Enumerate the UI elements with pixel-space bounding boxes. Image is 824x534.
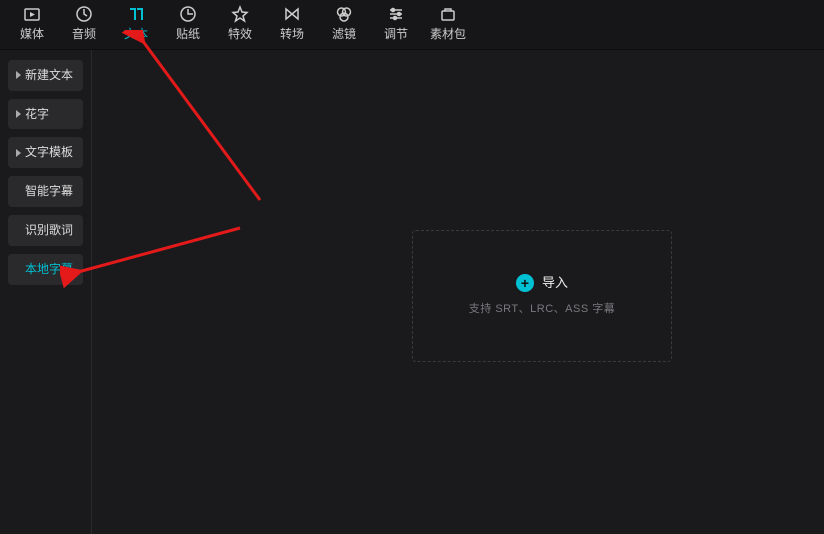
tab-sticker[interactable]: 贴纸 — [162, 2, 214, 43]
sidebar-item-local-subtitle[interactable]: 本地字幕 — [8, 254, 83, 285]
tab-label: 素材包 — [422, 26, 474, 43]
tab-label: 音频 — [58, 26, 110, 43]
sidebar-item-text-template[interactable]: 文字模板 — [8, 137, 83, 168]
import-dropzone[interactable]: + 导入 支持 SRT、LRC、ASS 字幕 — [412, 230, 672, 362]
assets-icon — [422, 4, 474, 24]
media-icon — [6, 4, 58, 24]
sidebar-item-label: 新建文本 — [25, 67, 73, 84]
adjust-icon — [370, 4, 422, 24]
import-row: + 导入 — [516, 274, 568, 292]
sidebar-item-smart-subtitle[interactable]: 智能字幕 — [8, 176, 83, 207]
filter-icon — [318, 4, 370, 24]
sidebar-item-label: 花字 — [25, 106, 49, 123]
content-area: + 导入 支持 SRT、LRC、ASS 字幕 — [92, 50, 824, 534]
tab-label: 贴纸 — [162, 26, 214, 43]
sticker-icon — [162, 4, 214, 24]
tab-filter[interactable]: 滤镜 — [318, 2, 370, 43]
sidebar-item-new-text[interactable]: 新建文本 — [8, 60, 83, 91]
sidebar-item-lyrics[interactable]: 识别歌词 — [8, 215, 83, 246]
caret-icon — [16, 110, 21, 118]
tab-label: 特效 — [214, 26, 266, 43]
import-subtitle: 支持 SRT、LRC、ASS 字幕 — [469, 302, 615, 317]
tab-audio[interactable]: 音频 — [58, 2, 110, 43]
audio-icon — [58, 4, 110, 24]
top-toolbar: 媒体音频文本贴纸特效转场滤镜调节素材包 — [0, 0, 824, 50]
effect-icon — [214, 4, 266, 24]
plus-icon: + — [516, 274, 534, 292]
sidebar-item-label: 本地字幕 — [25, 261, 73, 278]
transition-icon — [266, 4, 318, 24]
sidebar-item-label: 文字模板 — [25, 144, 73, 161]
tab-label: 文本 — [110, 26, 162, 43]
tab-media[interactable]: 媒体 — [6, 2, 58, 43]
tab-label: 媒体 — [6, 26, 58, 43]
sidebar-item-fancy-text[interactable]: 花字 — [8, 99, 83, 130]
text-icon — [110, 4, 162, 24]
import-label: 导入 — [542, 274, 568, 292]
sidebar: 新建文本花字文字模板智能字幕识别歌词本地字幕 — [0, 50, 92, 534]
tab-transition[interactable]: 转场 — [266, 2, 318, 43]
tab-label: 滤镜 — [318, 26, 370, 43]
sidebar-item-label: 识别歌词 — [25, 222, 73, 239]
tab-assets[interactable]: 素材包 — [422, 2, 474, 43]
tab-label: 转场 — [266, 26, 318, 43]
caret-icon — [16, 149, 21, 157]
tab-text[interactable]: 文本 — [110, 2, 162, 43]
tab-label: 调节 — [370, 26, 422, 43]
caret-icon — [16, 71, 21, 79]
main-area: 新建文本花字文字模板智能字幕识别歌词本地字幕 + 导入 支持 SRT、LRC、A… — [0, 50, 824, 534]
sidebar-item-label: 智能字幕 — [25, 183, 73, 200]
tab-adjust[interactable]: 调节 — [370, 2, 422, 43]
tab-effect[interactable]: 特效 — [214, 2, 266, 43]
